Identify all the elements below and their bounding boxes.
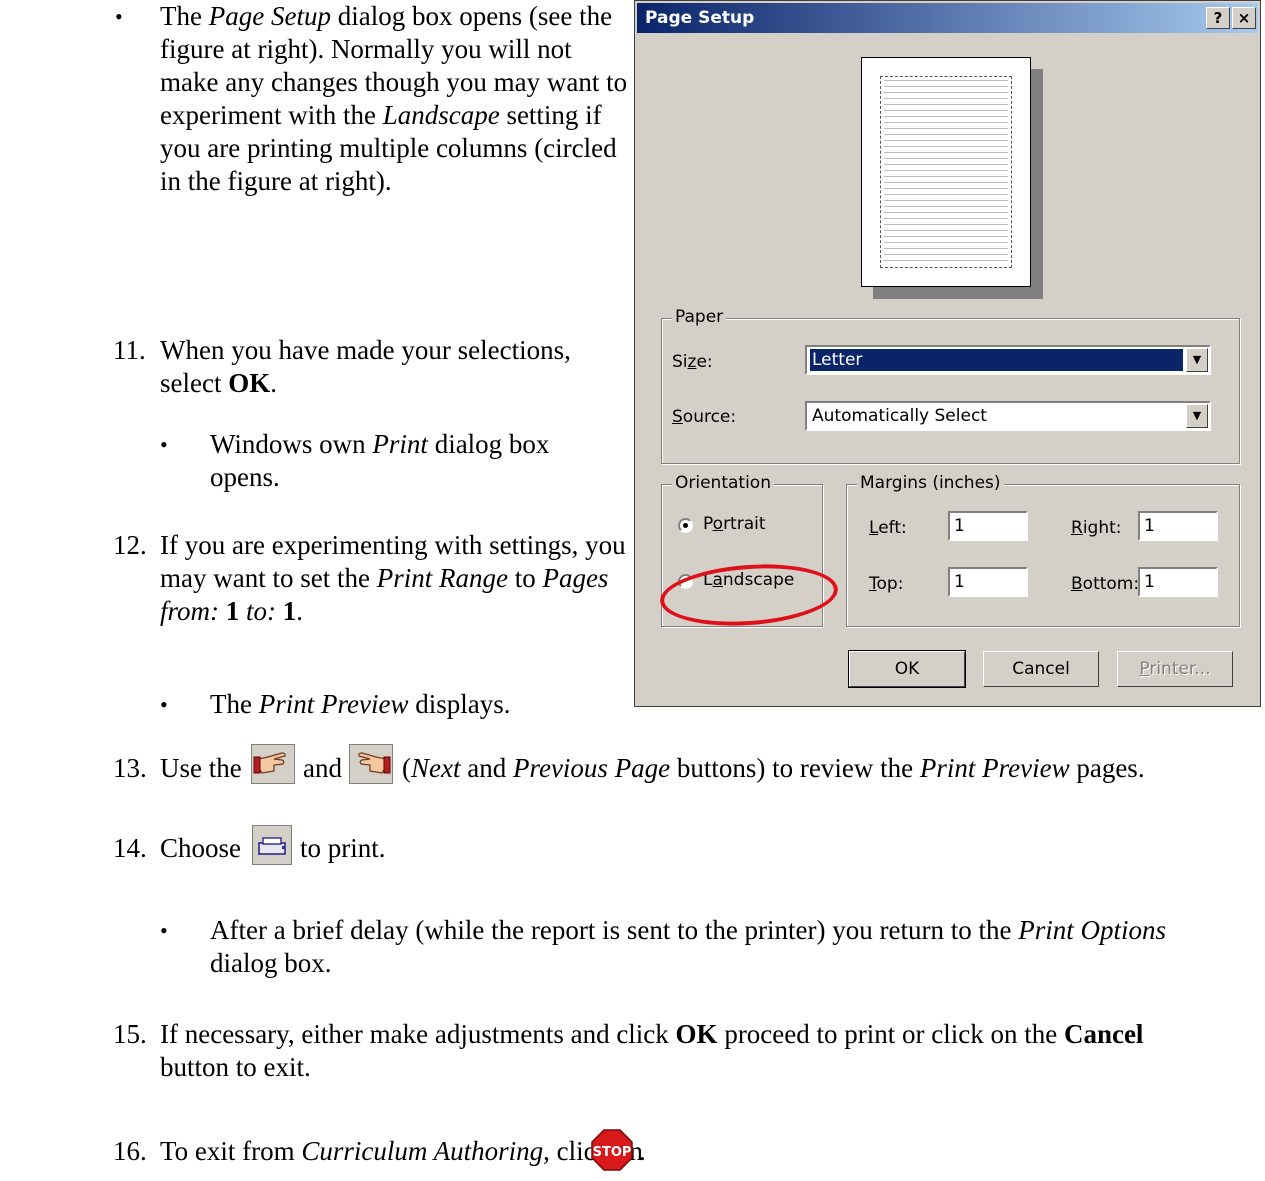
orientation-legend: Orientation [672,473,774,493]
help-button[interactable]: ? [1206,7,1230,29]
source-value: Automatically Select [812,406,987,426]
step-13-use-the: Use the [160,753,242,783]
step-13-and: and [303,753,342,783]
preview-text-lines [884,80,1008,264]
step-number: 15. [113,1019,147,1049]
portrait-label[interactable]: Portrait [703,514,766,534]
print-icon[interactable] [252,825,292,865]
bullet: • [160,918,168,943]
step-16-text: To exit from Curriculum Authoring, click… [160,1136,643,1166]
page-setup-dialog: Page Setup ? × Paper Size: Letter ▼ Sour… [634,0,1261,707]
step-number: 11. [113,335,146,365]
step-11-text: When you have made your selections, sele… [160,335,571,398]
printer-button[interactable]: Printer... [1117,651,1233,687]
right-margin-input[interactable]: 1 [1138,511,1218,541]
stop-sign-text: STOP [593,1145,632,1160]
size-value: Letter [810,349,1183,371]
step-16-end: . [639,1136,646,1166]
bottom-margin-input[interactable]: 1 [1138,567,1218,597]
chevron-down-icon[interactable]: ▼ [1186,404,1208,428]
left-margin-input[interactable]: 1 [948,511,1028,541]
title-bar[interactable]: Page Setup ? × [637,3,1258,33]
step-number: 14. [113,833,147,863]
left-label: Left: [869,518,907,538]
bullet-brief-delay-text: After a brief delay (while the report is… [210,915,1166,978]
cancel-button[interactable]: Cancel [983,651,1099,687]
size-select[interactable]: Letter ▼ [805,345,1211,375]
size-label: Size: [672,352,713,372]
next-page-hand-icon[interactable] [251,744,295,784]
close-button[interactable]: × [1232,7,1256,29]
step-number: 13. [113,753,147,783]
margins-group: Margins (inches) Left: 1 Right: 1 Top: 1… [846,473,1240,627]
top-margin-input[interactable]: 1 [948,567,1028,597]
bullet: • [160,692,168,717]
source-label: Source: [672,407,737,427]
step-14-to-print: to print. [300,833,386,863]
bottom-label: Bottom: [1071,574,1140,594]
paper-group: Paper Size: Letter ▼ Source: Automatical… [661,307,1240,464]
page-preview [861,57,1031,287]
step-13-text: (Next and Previous Page buttons) to revi… [402,753,1145,783]
step-number: 12. [113,530,147,560]
step-number: 16. [113,1136,147,1166]
previous-page-hand-icon[interactable] [349,744,393,784]
bullet: • [160,432,168,457]
right-label: Right: [1071,518,1122,538]
paper-legend: Paper [672,307,727,327]
bullet-print-preview-text: The Print Preview displays. [210,689,511,719]
portrait-radio[interactable] [678,518,693,533]
source-select[interactable]: Automatically Select ▼ [805,401,1211,431]
ok-button[interactable]: OK [848,650,966,688]
top-label: Top: [869,574,904,594]
stop-sign-icon[interactable]: STOP [591,1129,633,1171]
margins-legend: Margins (inches) [857,473,1004,493]
bullet-print-dialog-text: Windows own Print dialog box opens. [210,429,550,492]
step-15-text: If necessary, either make adjustments an… [160,1019,1144,1082]
bullet-page-setup-text: The Page Setup dialog box opens (see the… [160,1,628,196]
step-14-choose: Choose [160,833,241,863]
dialog-title: Page Setup [645,8,755,28]
bullet: • [115,4,123,29]
chevron-down-icon[interactable]: ▼ [1186,348,1208,372]
step-12-text: If you are experimenting with settings, … [160,530,626,626]
